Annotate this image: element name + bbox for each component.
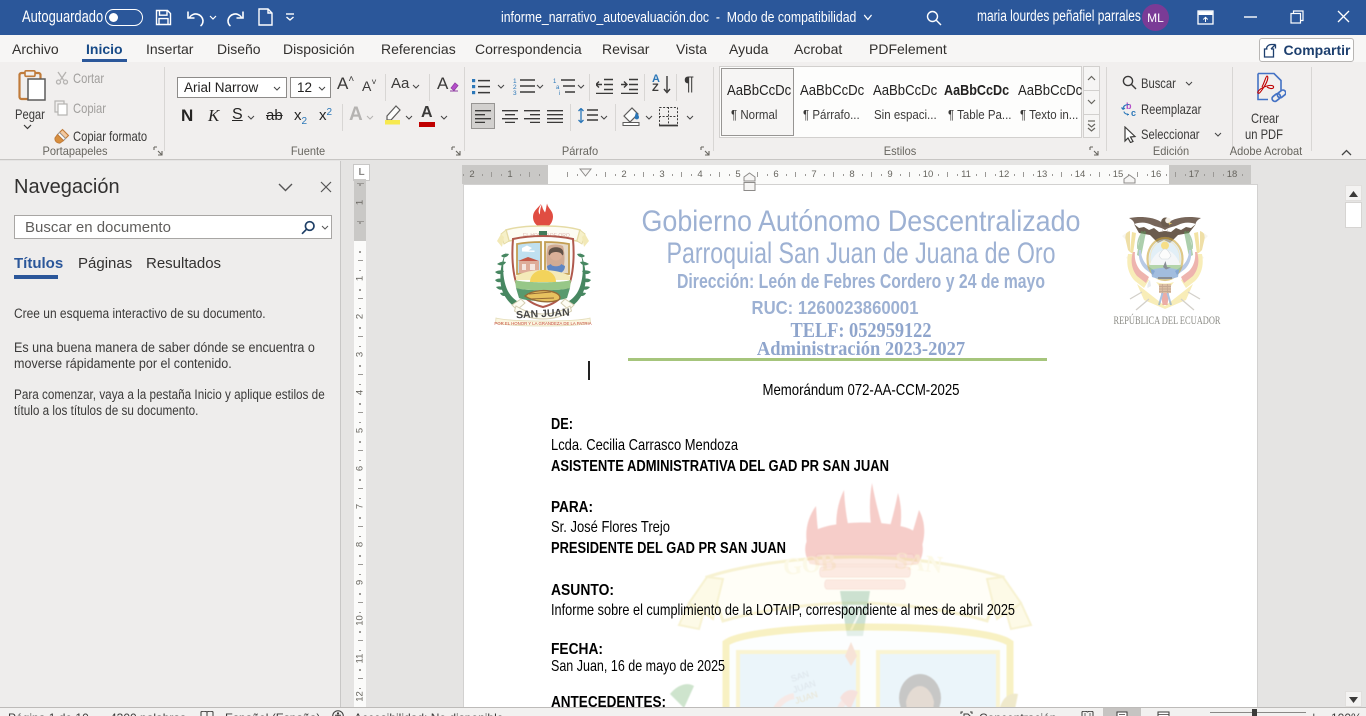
svg-text:POR EL HONOR Y LA GRANDEZA DE: POR EL HONOR Y LA GRANDEZA DE LA PATRIA: [494, 321, 591, 326]
svg-text:i: i: [559, 91, 560, 95]
svg-text:SAN JUAN: SAN JUAN: [516, 307, 570, 322]
svg-text:3: 3: [513, 90, 517, 95]
svg-text:SAN: SAN: [893, 548, 944, 579]
svg-text:GOB: GOB: [782, 550, 838, 581]
svg-text:c: c: [1131, 108, 1136, 118]
